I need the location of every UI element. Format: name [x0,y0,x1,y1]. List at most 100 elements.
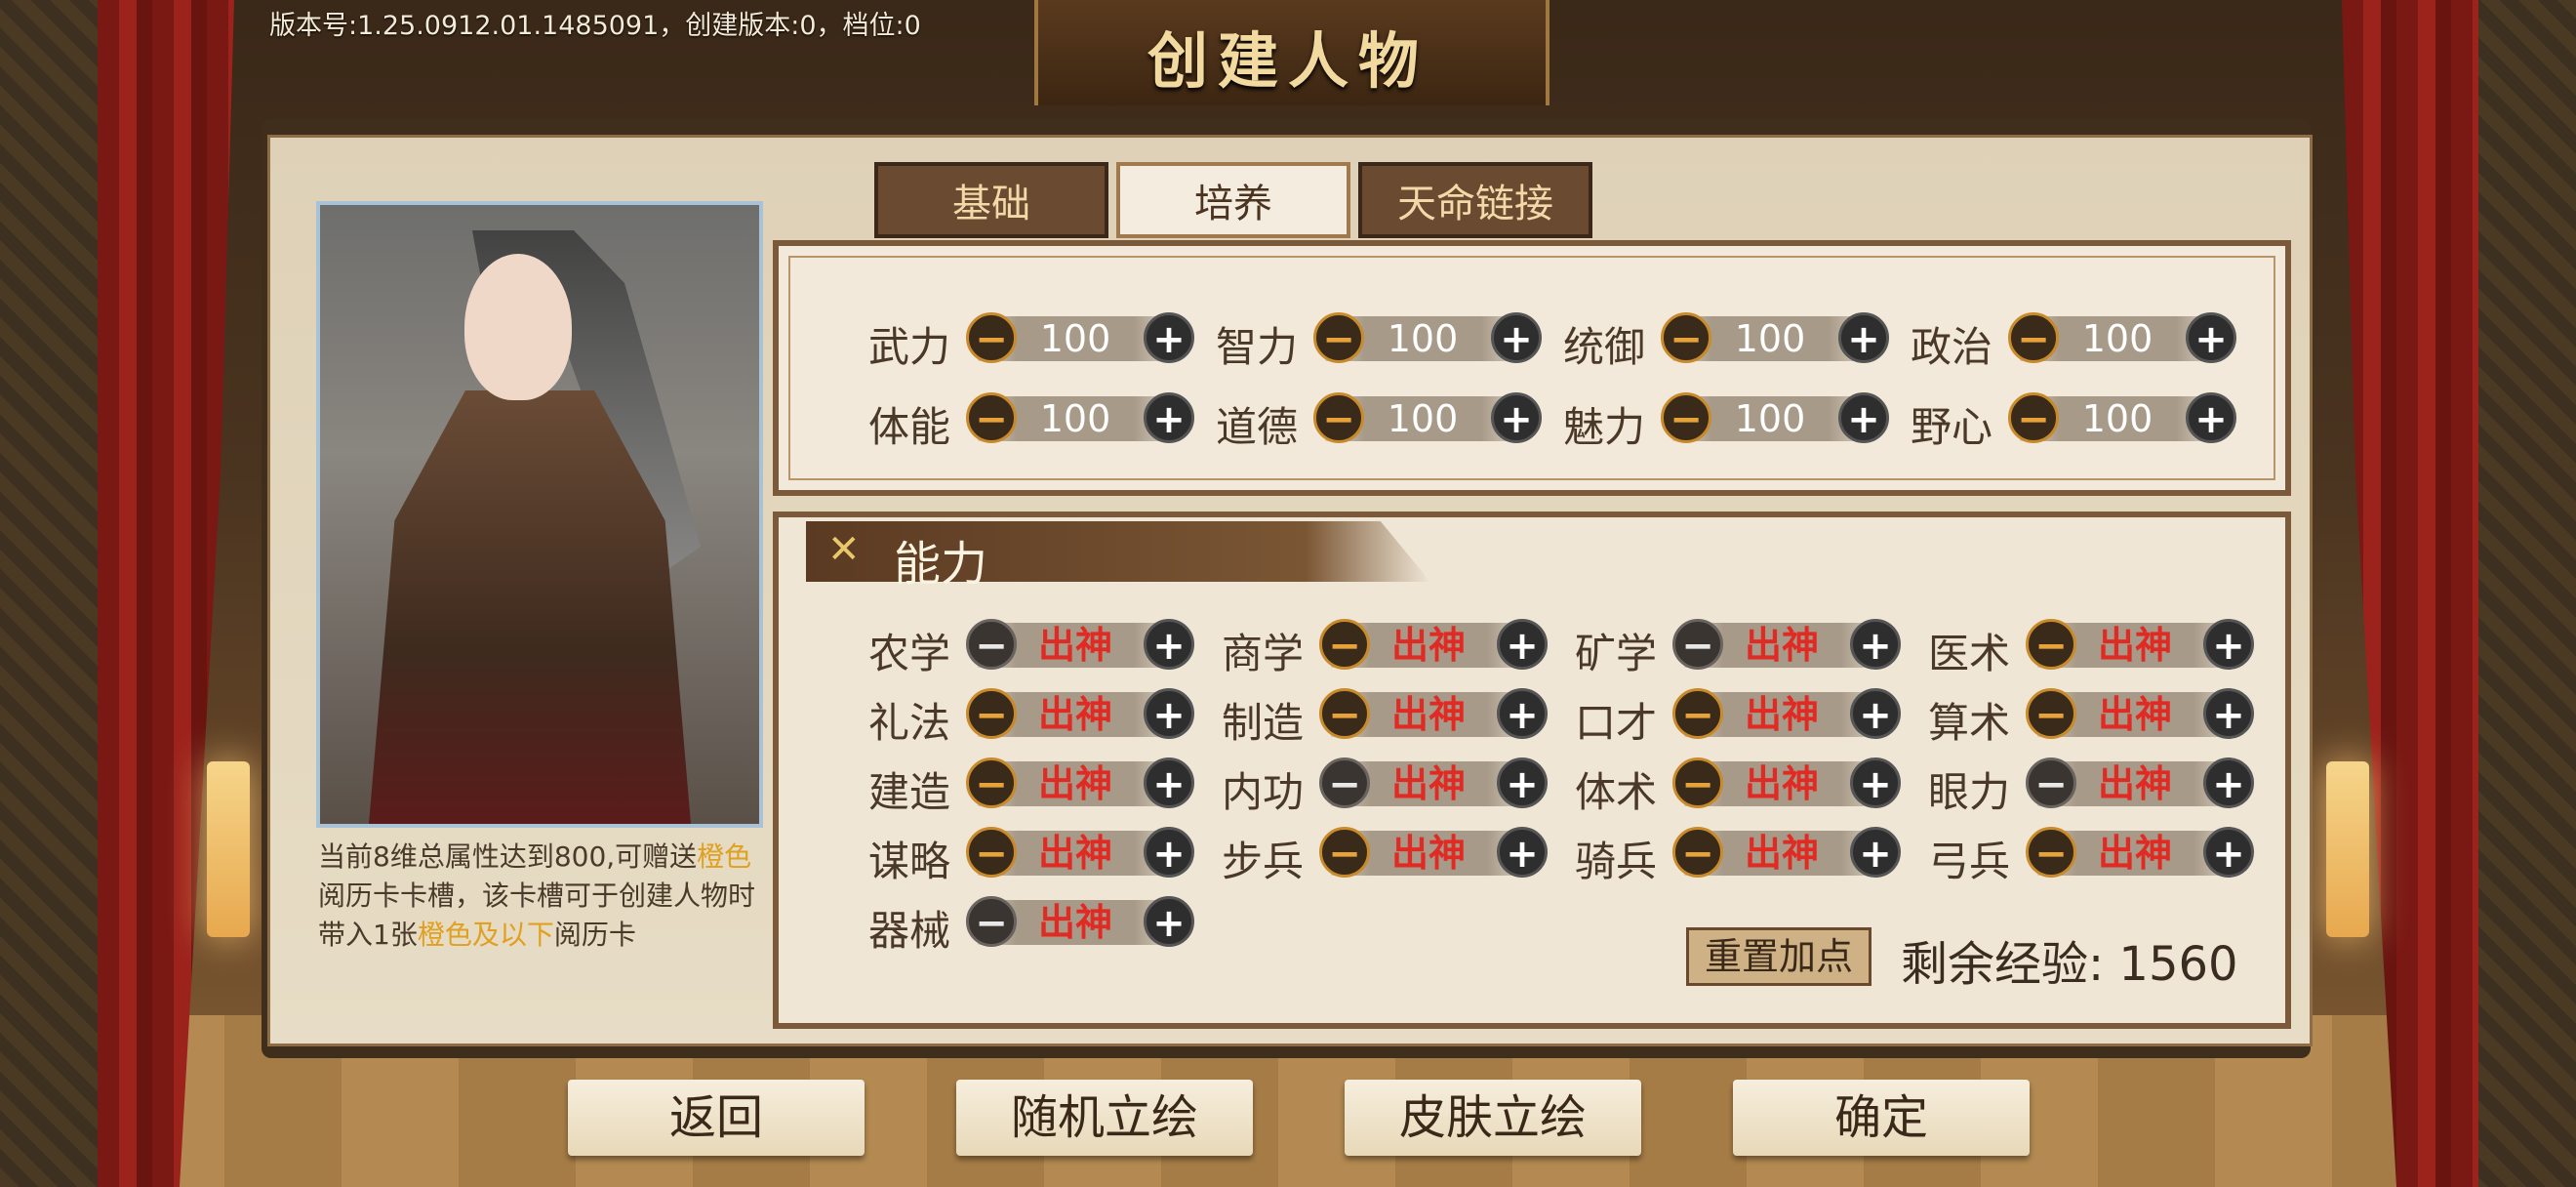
stat-label: 制造 [1222,699,1305,747]
stat-label: 医术 [1928,630,2011,677]
attribute-stat: 智力 100− + [1216,310,1548,371]
stat-label: 农学 [868,630,951,677]
ability-stat: 医术 出神 − + [1928,617,2260,677]
cross-swords-icon: ✕ [827,527,861,572]
back-button[interactable]: 返回 [568,1080,865,1156]
attribute-box-inner-border [788,256,2275,480]
left-lantern [207,761,250,937]
plus-icon[interactable]: + [2186,392,2236,443]
minus-icon[interactable]: − [966,392,1017,443]
left-wall-pattern [0,0,107,1187]
minus-icon[interactable]: − [1313,312,1364,363]
plus-icon[interactable]: + [1144,392,1194,443]
stat-label: 野心 [1911,403,1993,451]
minus-icon[interactable]: − [2026,827,2076,878]
attribute-box [773,240,2291,496]
minus-icon[interactable]: − [2026,757,2076,808]
plus-icon[interactable]: + [2203,827,2254,878]
minus-icon[interactable]: − [1319,619,1370,670]
stat-label: 矿学 [1575,630,1658,677]
plus-icon[interactable]: + [1497,688,1548,739]
plus-icon[interactable]: + [2186,312,2236,363]
attribute-stat: 道德 100− + [1216,390,1548,451]
minus-icon[interactable]: − [966,688,1017,739]
stat-label: 步兵 [1222,838,1305,885]
minus-icon[interactable]: − [966,757,1017,808]
stat-label: 骑兵 [1575,838,1658,885]
minus-icon[interactable]: − [1661,392,1711,443]
tab-1[interactable]: 基础 [874,162,1108,238]
ability-stat: 礼法 出神 − + [868,686,1200,747]
ability-stat: 内功 出神 − + [1222,756,1553,816]
stat-label: 内功 [1222,768,1305,816]
stat-label: 智力 [1216,323,1299,371]
stat-label: 体能 [868,403,951,451]
plus-icon[interactable]: + [2203,757,2254,808]
plus-icon[interactable]: + [1850,619,1901,670]
minus-icon[interactable]: − [1319,757,1370,808]
plus-icon[interactable]: + [1497,757,1548,808]
plus-icon[interactable]: + [1144,757,1194,808]
ability-stat: 器械 出神 − + [868,894,1200,955]
random-portrait-button[interactable]: 随机立绘 [956,1080,1253,1156]
stat-label: 魅力 [1563,403,1646,451]
plus-icon[interactable]: + [1144,896,1194,947]
plus-icon[interactable]: + [1838,312,1889,363]
minus-icon[interactable]: − [966,312,1017,363]
minus-icon[interactable]: − [1672,688,1723,739]
ability-stat: 谋略 出神 − + [868,825,1200,885]
reset-points-button[interactable]: 重置加点 [1686,927,1872,986]
minus-icon[interactable]: − [2008,312,2059,363]
stat-label: 眼力 [1928,768,2011,816]
ability-stat: 农学 出神 − + [868,617,1200,677]
character-portrait [316,201,763,828]
stat-label: 政治 [1911,323,1993,371]
stat-label: 武力 [868,323,951,371]
ability-stat: 骑兵 出神 − + [1575,825,1907,885]
stat-label: 统御 [1563,323,1646,371]
confirm-button[interactable]: 确定 [1733,1080,2030,1156]
plus-icon[interactable]: + [1491,312,1542,363]
ability-stat: 商学 出神 − + [1222,617,1553,677]
minus-icon[interactable]: − [1319,827,1370,878]
minus-icon[interactable]: − [2026,619,2076,670]
stat-label: 体术 [1575,768,1658,816]
minus-icon[interactable]: − [966,827,1017,878]
minus-icon[interactable]: − [966,619,1017,670]
stat-label: 商学 [1222,630,1305,677]
tab-2[interactable]: 培养 [1116,162,1350,238]
minus-icon[interactable]: − [2026,688,2076,739]
plus-icon[interactable]: + [2203,619,2254,670]
skin-portrait-button[interactable]: 皮肤立绘 [1345,1080,1641,1156]
version-info: 版本号:1.25.0912.01.1485091，创建版本:0，档位:0 [269,11,921,41]
attribute-stat: 野心 100− + [1911,390,2242,451]
plus-icon[interactable]: + [1850,757,1901,808]
plus-icon[interactable]: + [1491,392,1542,443]
tab-3[interactable]: 天命链接 [1358,162,1592,238]
plus-icon[interactable]: + [1144,827,1194,878]
plus-icon[interactable]: + [1497,827,1548,878]
plus-icon[interactable]: + [1144,312,1194,363]
minus-icon[interactable]: − [1672,827,1723,878]
minus-icon[interactable]: − [966,896,1017,947]
plus-icon[interactable]: + [1850,827,1901,878]
stat-label: 口才 [1575,699,1658,747]
minus-icon[interactable]: − [1661,312,1711,363]
plus-icon[interactable]: + [1497,619,1548,670]
stat-label: 弓兵 [1928,838,2011,885]
plus-icon[interactable]: + [1850,688,1901,739]
minus-icon[interactable]: − [1672,619,1723,670]
stat-label: 礼法 [868,699,951,747]
plus-icon[interactable]: + [1144,688,1194,739]
remaining-exp: 剩余经验: 1560 [1901,937,2238,992]
ability-stat: 口才 出神 − + [1575,686,1907,747]
minus-icon[interactable]: − [1313,392,1364,443]
plus-icon[interactable]: + [1838,392,1889,443]
minus-icon[interactable]: − [1319,688,1370,739]
stat-label: 建造 [868,768,951,816]
plus-icon[interactable]: + [2203,688,2254,739]
minus-icon[interactable]: − [2008,392,2059,443]
plus-icon[interactable]: + [1144,619,1194,670]
ability-stat: 弓兵 出神 − + [1928,825,2260,885]
minus-icon[interactable]: − [1672,757,1723,808]
